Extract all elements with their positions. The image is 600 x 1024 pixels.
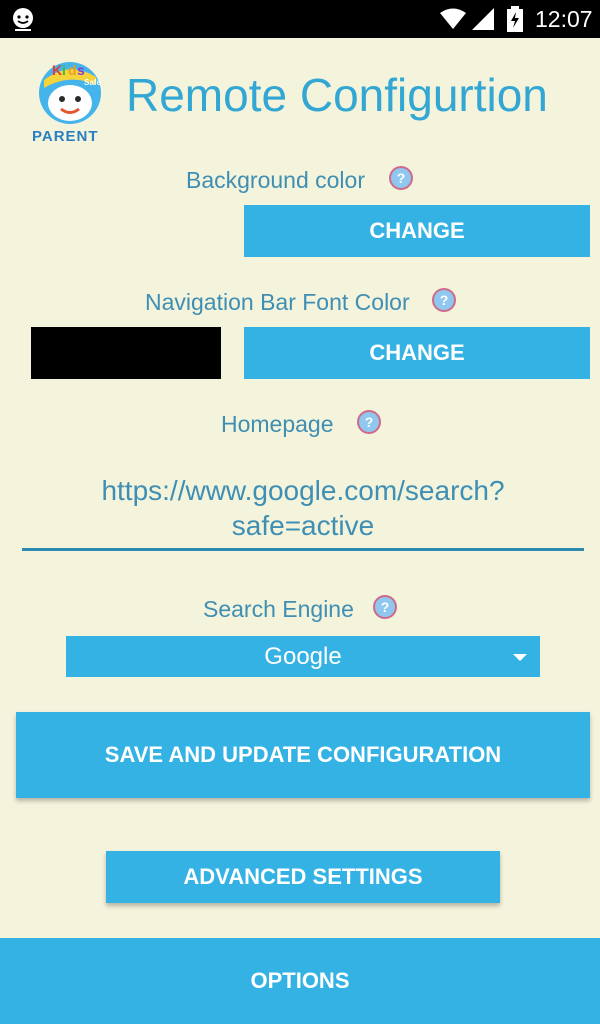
page-title: Remote Configurtion [126, 69, 548, 121]
svg-text:?: ? [397, 170, 406, 186]
svg-text:PARENT: PARENT [32, 128, 99, 145]
nav-bar-font-color-label: Navigation Bar Font Color [145, 289, 410, 315]
svg-text:K: K [52, 62, 62, 78]
homepage-url-input[interactable]: https://www.google.com/search? safe=acti… [22, 473, 584, 543]
kids-safe-parent-logo: K i d s Safe PARENT [32, 62, 101, 145]
svg-text:?: ? [440, 292, 449, 308]
svg-text:i: i [62, 62, 66, 78]
svg-text:?: ? [365, 414, 374, 430]
homepage-url-line1: https://www.google.com/search? [101, 475, 505, 506]
clock: 12:07 [535, 6, 593, 32]
svg-text:d: d [68, 62, 77, 78]
status-bar: 12:07 [0, 0, 600, 38]
help-icon[interactable]: ? [356, 409, 382, 435]
battery-charging-icon [507, 6, 523, 32]
background-color-label: Background color [186, 167, 365, 193]
options-button[interactable]: OPTIONS [0, 938, 600, 1024]
homepage-label: Homepage [221, 411, 334, 437]
svg-text:Safe: Safe [84, 78, 101, 87]
nav-bar-font-color-swatch[interactable] [31, 327, 221, 379]
help-icon[interactable]: ? [431, 287, 457, 313]
homepage-url-line2: safe=active [231, 510, 375, 541]
search-engine-label: Search Engine [203, 596, 354, 622]
homepage-input-underline [22, 548, 584, 551]
app-face-icon [13, 8, 33, 31]
help-icon[interactable]: ? [372, 594, 398, 620]
help-icon[interactable]: ? [388, 165, 414, 191]
change-nav-bar-font-color-button[interactable]: CHANGE [244, 327, 590, 379]
signal-icon [472, 8, 494, 30]
save-and-update-button[interactable]: SAVE AND UPDATE CONFIGURATION [16, 712, 590, 798]
search-engine-selected-value: Google [264, 642, 342, 670]
svg-text:?: ? [381, 599, 390, 615]
advanced-settings-button[interactable]: ADVANCED SETTINGS [106, 851, 500, 903]
dropdown-arrow-icon [513, 654, 527, 661]
wifi-icon [440, 8, 466, 29]
svg-text:s: s [77, 62, 85, 78]
change-background-color-button[interactable]: CHANGE [244, 205, 590, 257]
search-engine-select[interactable]: Google [66, 636, 540, 677]
